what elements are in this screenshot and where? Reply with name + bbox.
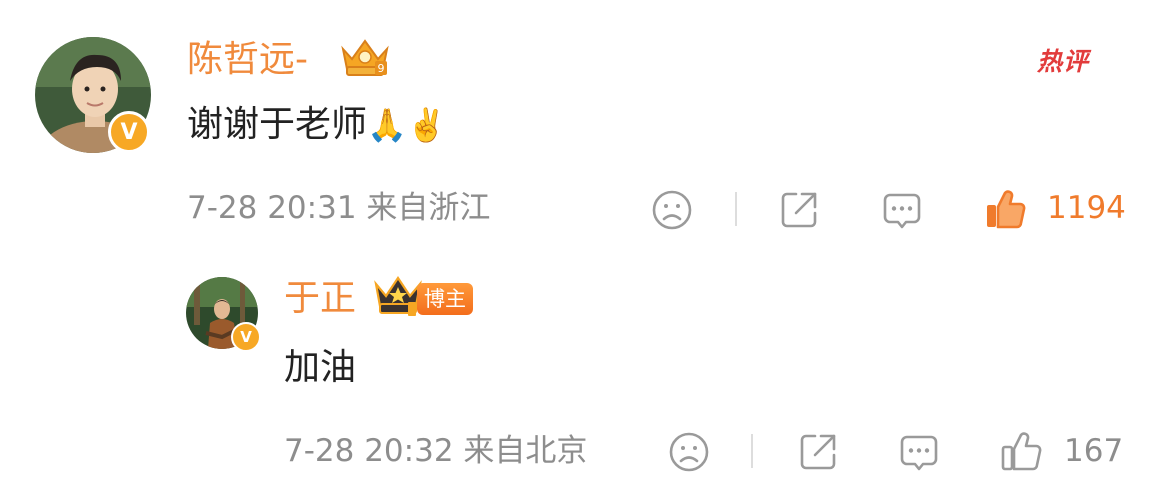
verified-icon: V xyxy=(231,322,261,352)
comment-bubble-icon[interactable] xyxy=(881,190,923,236)
comment-author[interactable]: 陈哲远- xyxy=(187,42,308,78)
reply-author[interactable]: 于正 xyxy=(284,281,356,317)
verified-icon: V xyxy=(108,111,150,153)
crown-badge-icon: 9 xyxy=(337,35,393,83)
thumbs-up-icon[interactable] xyxy=(983,187,1027,235)
comment-text: 谢谢于老师🙏✌️ xyxy=(187,107,447,143)
reply-location: 来自北京 xyxy=(463,433,588,469)
like-count: 1194 xyxy=(1047,190,1126,226)
reply-meta: 7-28 20:32 来自北京 xyxy=(284,436,587,467)
svg-text:9: 9 xyxy=(378,62,385,75)
reply-text: 加油 xyxy=(284,347,357,388)
comment-bubble-icon[interactable] xyxy=(898,432,940,478)
share-icon[interactable] xyxy=(778,189,820,235)
reply-time: 7-28 20:32 xyxy=(284,433,454,469)
sad-face-icon[interactable] xyxy=(668,431,710,477)
comment-time: 7-28 20:31 xyxy=(187,190,357,226)
sad-face-icon[interactable] xyxy=(651,189,693,235)
like-count: 167 xyxy=(1064,433,1124,469)
hot-comment-badge: 热评 xyxy=(1037,47,1090,76)
comment-location: 来自浙江 xyxy=(366,190,491,226)
thumbs-up-icon[interactable] xyxy=(999,429,1043,477)
action-divider xyxy=(751,434,753,468)
blogger-badge: 博主 xyxy=(417,283,473,315)
comment-emoji: 🙏✌️ xyxy=(367,106,447,144)
comment-meta: 7-28 20:31 来自浙江 xyxy=(187,193,490,224)
share-icon[interactable] xyxy=(797,431,839,477)
action-divider xyxy=(735,192,737,226)
comment-text-body: 谢谢于老师 xyxy=(187,104,368,145)
